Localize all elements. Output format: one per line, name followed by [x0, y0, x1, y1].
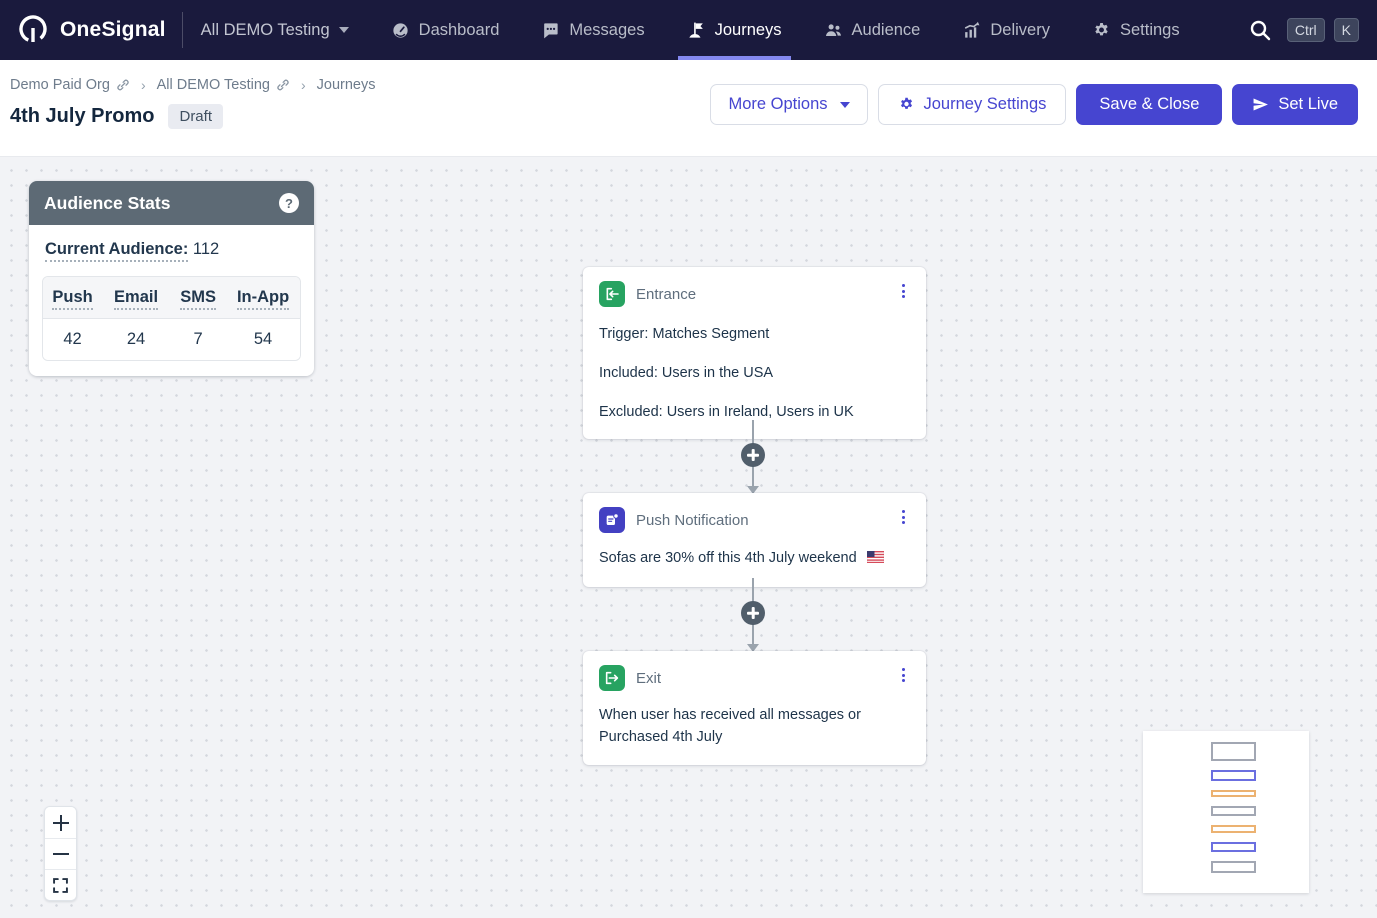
exit-icon	[599, 665, 625, 691]
chevron-down-icon	[840, 102, 850, 108]
minimap-node-rect	[1211, 842, 1256, 852]
chat-icon	[541, 21, 560, 40]
more-options-button[interactable]: More Options	[710, 84, 867, 125]
people-icon	[824, 21, 843, 40]
chart-icon	[962, 21, 981, 40]
kebab-menu-icon[interactable]	[897, 507, 910, 527]
nav-label: Messages	[569, 21, 644, 40]
nav-item-settings[interactable]: Settings	[1092, 0, 1180, 60]
exit-node[interactable]: Exit When user has received all messages…	[583, 651, 926, 765]
navbar-divider	[182, 12, 183, 48]
minimap-node-rect	[1211, 861, 1256, 873]
exit-condition-line: When user has received all messages or P…	[599, 705, 904, 749]
onesignal-journey-editor: OneSignal All DEMO Testing Dashboard	[0, 0, 1377, 918]
minimap-node-rect	[1211, 825, 1256, 833]
fit-view-button[interactable]	[45, 869, 76, 900]
zoom-in-button[interactable]	[45, 807, 76, 838]
email-count: 24	[102, 319, 170, 360]
app-selector-dropdown[interactable]: All DEMO Testing	[201, 21, 349, 40]
nav-label: Audience	[852, 21, 921, 40]
breadcrumb-journeys: Journeys	[317, 77, 376, 93]
current-audience-label: Current Audience:	[45, 240, 188, 262]
zoom-out-button[interactable]	[45, 838, 76, 869]
nav-item-delivery[interactable]: Delivery	[962, 0, 1050, 60]
push-notification-node[interactable]: Push Notification Sofas are 30% off this…	[583, 493, 926, 587]
top-navbar: OneSignal All DEMO Testing Dashboard	[0, 0, 1377, 60]
breadcrumb-org[interactable]: Demo Paid Org	[10, 77, 130, 93]
breadcrumb-separator: ›	[301, 77, 306, 93]
onesignal-logo-icon	[16, 13, 50, 47]
onesignal-logo[interactable]: OneSignal	[16, 0, 166, 60]
breadcrumb: Demo Paid Org › All DEMO Testing › Journ…	[10, 77, 375, 93]
minimap[interactable]	[1143, 731, 1309, 893]
audience-stats-title: Audience Stats	[44, 193, 170, 214]
ctrl-key-badge: Ctrl	[1287, 18, 1325, 42]
connector	[752, 420, 754, 493]
gear-icon	[1092, 21, 1111, 40]
nav-item-journeys[interactable]: Journeys	[687, 0, 782, 60]
brand-name: OneSignal	[60, 18, 166, 42]
add-step-button[interactable]	[741, 601, 765, 625]
paper-plane-icon	[1252, 96, 1269, 113]
page-title: 4th July Promo	[10, 105, 154, 128]
gauge-icon	[391, 21, 410, 40]
kebab-menu-icon[interactable]	[897, 281, 910, 301]
audience-stats-panel: Audience Stats ? Current Audience: 112 P…	[29, 181, 314, 376]
search-icon[interactable]	[1248, 18, 1272, 42]
minimap-node-rect	[1211, 806, 1256, 816]
nav-label: Dashboard	[419, 21, 500, 40]
inapp-count: 54	[226, 319, 300, 360]
channel-stats-table: Push Email SMS In-App 42 24 7 54	[42, 276, 301, 361]
page-header: Demo Paid Org › All DEMO Testing › Journ…	[0, 60, 1377, 157]
link-icon	[116, 78, 130, 92]
help-icon[interactable]: ?	[279, 193, 299, 213]
kebab-menu-icon[interactable]	[897, 665, 910, 685]
journey-settings-button[interactable]: Journey Settings	[878, 84, 1067, 125]
column-header-sms: SMS	[170, 277, 226, 318]
push-notification-icon	[599, 507, 625, 533]
app-selector-label: All DEMO Testing	[201, 21, 330, 40]
set-live-button[interactable]: Set Live	[1232, 84, 1358, 125]
chevron-down-icon	[339, 27, 349, 33]
column-header-push: Push	[43, 277, 102, 318]
minimap-node-rect	[1211, 770, 1256, 781]
sms-count: 7	[170, 319, 226, 360]
fullscreen-icon	[53, 878, 68, 893]
push-count: 42	[43, 319, 102, 360]
current-audience-value: 112	[193, 240, 219, 258]
link-icon	[276, 78, 290, 92]
minimap-node-rect	[1211, 742, 1256, 761]
nav-item-messages[interactable]: Messages	[541, 0, 644, 60]
nav-item-audience[interactable]: Audience	[824, 0, 921, 60]
nav-label: Settings	[1120, 21, 1180, 40]
nav-item-dashboard[interactable]: Dashboard	[391, 0, 500, 60]
breadcrumb-app[interactable]: All DEMO Testing	[157, 77, 290, 93]
us-flag-icon	[867, 549, 884, 571]
column-header-email: Email	[102, 277, 170, 318]
current-audience-row: Current Audience: 112	[42, 238, 301, 263]
push-message-line: Sofas are 30% off this 4th July weekend	[599, 548, 910, 571]
k-key-badge: K	[1334, 18, 1359, 42]
excluded-line: Excluded: Users in Ireland, Users in UK	[599, 402, 910, 424]
included-line: Included: Users in the USA	[599, 363, 910, 385]
journey-flag-icon	[687, 21, 706, 40]
add-step-button[interactable]	[741, 443, 765, 467]
entrance-icon	[599, 281, 625, 307]
node-title: Exit	[636, 670, 661, 687]
trigger-line: Trigger: Matches Segment	[599, 324, 910, 346]
journey-canvas[interactable]: Audience Stats ? Current Audience: 112 P…	[0, 157, 1377, 918]
node-title: Entrance	[636, 286, 696, 303]
breadcrumb-separator: ›	[141, 77, 146, 93]
minimap-node-rect	[1211, 790, 1256, 797]
entrance-node[interactable]: Entrance Trigger: Matches Segment Includ…	[583, 267, 926, 439]
nav-label: Delivery	[990, 21, 1050, 40]
gear-icon	[898, 96, 915, 113]
node-title: Push Notification	[636, 512, 749, 529]
save-close-button[interactable]: Save & Close	[1076, 84, 1222, 125]
connector	[752, 578, 754, 651]
zoom-controls	[44, 806, 77, 901]
column-header-inapp: In-App	[226, 277, 300, 318]
status-badge: Draft	[168, 104, 223, 129]
nav-label: Journeys	[715, 21, 782, 40]
